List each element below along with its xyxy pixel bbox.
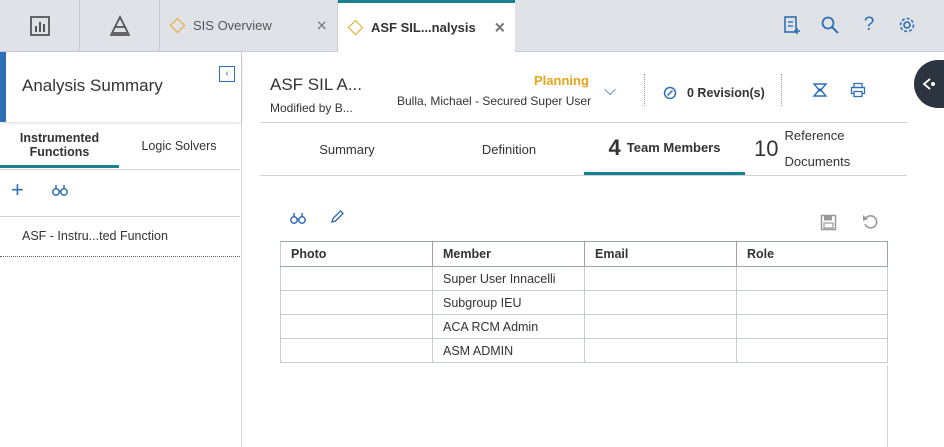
- column-header-photo[interactable]: Photo: [280, 241, 433, 267]
- collapse-panel-icon[interactable]: ‹: [219, 66, 235, 82]
- tab-sis-overview[interactable]: SIS Overview ×: [160, 0, 338, 51]
- table-row[interactable]: ACA RCM Admin: [280, 314, 888, 339]
- divider: [644, 74, 645, 106]
- member-cell: ASM ADMIN: [432, 338, 585, 363]
- modified-by: Modified by B...: [270, 101, 353, 115]
- tab-label: Summary: [319, 141, 375, 157]
- side-panel-toggle[interactable]: [914, 60, 944, 108]
- tab-definition[interactable]: Definition: [434, 123, 584, 175]
- email-cell: [584, 266, 737, 291]
- save-icon[interactable]: [820, 214, 837, 236]
- divider: [260, 175, 907, 176]
- close-icon[interactable]: ×: [494, 17, 505, 38]
- close-icon[interactable]: ×: [316, 15, 327, 36]
- expand-icon: [922, 77, 938, 96]
- tab-instrumented-functions[interactable]: Instrumented Functions: [0, 124, 119, 168]
- analysis-summary-header[interactable]: Analysis Summary ‹: [0, 52, 241, 122]
- photo-cell: [280, 314, 433, 339]
- record-title: ASF SIL A...: [270, 75, 362, 94]
- photo-cell: [280, 266, 433, 291]
- help-icon[interactable]: ?: [858, 14, 880, 36]
- undo-icon[interactable]: [862, 213, 879, 235]
- tab-label: Definition: [481, 141, 537, 157]
- revisions-icon[interactable]: [663, 86, 677, 105]
- member-cell: Subgroup IEU: [432, 290, 585, 315]
- binoculars-icon[interactable]: [52, 183, 68, 202]
- team-members-table: Photo Member Email Role Super User Innac…: [280, 241, 888, 363]
- state-label: Planning: [534, 73, 589, 88]
- email-cell: [584, 314, 737, 339]
- gear-icon[interactable]: [896, 14, 918, 36]
- left-toolbar: +: [0, 169, 240, 217]
- diamond-icon: [169, 17, 186, 34]
- left-panel: Analysis Summary ‹ Instrumented Function…: [0, 52, 242, 447]
- divider: [0, 256, 240, 257]
- tab-logic-solvers[interactable]: Logic Solvers: [119, 124, 239, 168]
- email-cell: [584, 290, 737, 315]
- tab-team-members[interactable]: 4 Team Members: [584, 123, 745, 175]
- tab-reference-documents[interactable]: 10 Reference Documents: [745, 123, 907, 175]
- binoculars-icon[interactable]: [290, 211, 306, 230]
- column-header-member[interactable]: Member: [432, 241, 585, 267]
- list-item[interactable]: ASF - Instru...ted Function: [22, 229, 168, 243]
- top-bar: SIS Overview × ASF SIL...nalysis × ?: [0, 0, 944, 52]
- divider: [781, 74, 782, 106]
- member-cell: ACA RCM Admin: [432, 314, 585, 339]
- divider: [887, 365, 888, 447]
- role-cell: [736, 290, 888, 315]
- tab-asf-sil-analysis[interactable]: ASF SIL...nalysis ×: [338, 0, 515, 52]
- role-cell: [736, 314, 888, 339]
- member-cell: Super User Innacelli: [432, 266, 585, 291]
- tab-count: 10: [754, 136, 779, 161]
- table-row[interactable]: Super User Innacelli: [280, 266, 888, 291]
- analysis-summary-title: Analysis Summary: [22, 76, 163, 95]
- chevron-down-icon[interactable]: ⌵: [604, 82, 616, 100]
- print-icon[interactable]: [850, 82, 866, 103]
- hierarchy-icon[interactable]: [80, 0, 160, 51]
- column-header-email[interactable]: Email: [584, 241, 737, 267]
- role-cell: [736, 266, 888, 291]
- email-cell: [584, 338, 737, 363]
- add-icon[interactable]: +: [11, 177, 24, 203]
- photo-cell: [280, 338, 433, 363]
- revisions-count[interactable]: 0 Revision(s): [687, 86, 765, 100]
- photo-cell: [280, 290, 433, 315]
- edit-pencil-icon[interactable]: [329, 209, 345, 230]
- tab-label: ASF SIL...nalysis: [371, 20, 476, 35]
- search-icon[interactable]: [819, 14, 841, 36]
- table-row[interactable]: Subgroup IEU: [280, 290, 888, 315]
- tab-label: SIS Overview: [193, 18, 272, 33]
- diamond-icon: [347, 19, 364, 36]
- tab-label: Team Members: [626, 140, 721, 155]
- tab-count: 4: [608, 134, 621, 160]
- dashboard-icon[interactable]: [0, 0, 80, 51]
- tab-label: Reference Documents: [784, 128, 851, 169]
- tab-summary[interactable]: Summary: [260, 123, 434, 175]
- role-cell: [736, 338, 888, 363]
- table-row[interactable]: ASM ADMIN: [280, 338, 888, 363]
- notes-icon[interactable]: [781, 14, 803, 36]
- assigned-user: Bulla, Michael - Secured Super User: [397, 94, 592, 108]
- workflow-icon[interactable]: [812, 82, 828, 103]
- column-header-role[interactable]: Role: [736, 241, 888, 267]
- record-header: ASF SIL A... Modified by B... Planning B…: [260, 52, 908, 123]
- table-header-row: Photo Member Email Role: [280, 241, 888, 267]
